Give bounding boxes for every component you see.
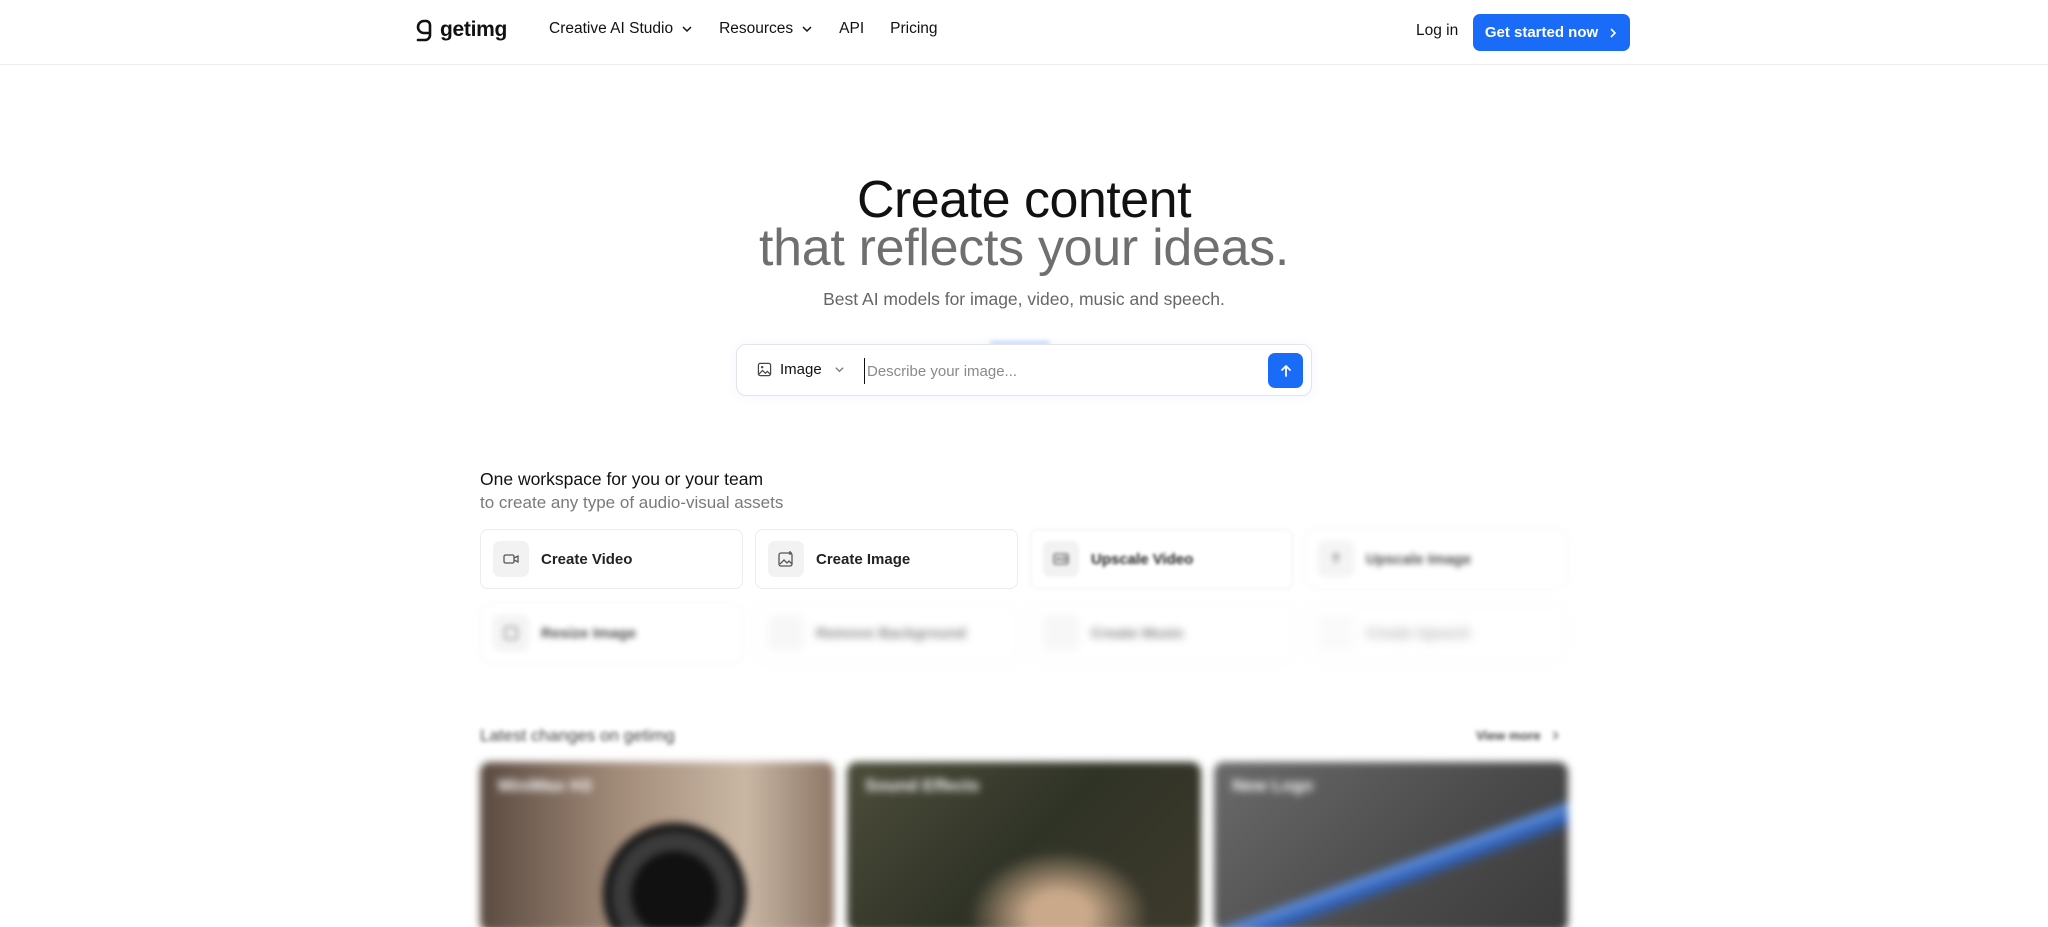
nav-link-label: API <box>839 20 865 37</box>
tile-label: Create Music <box>1091 624 1185 642</box>
video-icon <box>493 541 529 577</box>
tile-create-speech[interactable]: Create Speech <box>1305 603 1568 663</box>
speech-icon <box>1318 615 1354 651</box>
nav-resources[interactable]: Resources <box>719 20 813 38</box>
tile-create-image[interactable]: Create Image <box>755 529 1018 589</box>
tile-label: Resize Image <box>541 624 637 642</box>
image-plus-icon <box>768 541 804 577</box>
chevron-down-icon <box>802 26 812 33</box>
logo-text: getimg <box>440 18 508 41</box>
get-started-button[interactable]: Get started now <box>1473 14 1630 51</box>
tile-create-video[interactable]: Create Video <box>480 529 743 589</box>
nav-creative-ai-studio[interactable]: Creative AI Studio <box>549 20 693 38</box>
nav-link-label: Resources <box>719 20 794 37</box>
card-title: New Logo <box>1232 776 1314 795</box>
hero-title-line2: that reflects your ideas. <box>758 219 1290 277</box>
workspace-title: One workspace for you or your team <box>480 469 764 489</box>
tile-upscale-image[interactable]: Upscale Image <box>1305 529 1568 589</box>
image-icon <box>757 362 772 377</box>
tile-label: Upscale Image <box>1366 550 1472 568</box>
latest-changes-title: Latest changes on getimg <box>480 726 675 745</box>
cta-label: Get started now <box>1484 24 1599 41</box>
send-button[interactable] <box>1268 353 1303 388</box>
login-link[interactable]: Log in <box>1416 22 1458 40</box>
view-more-label: View more <box>1476 728 1541 743</box>
top-navbar: getimg Creative AI Studio Resources API … <box>0 0 2048 65</box>
arrow-up-icon <box>1318 541 1354 577</box>
nav-api[interactable]: API <box>839 20 864 38</box>
nav-links: Creative AI Studio Resources API Pricing <box>549 20 964 38</box>
card-title: MiniMax H3 <box>498 776 592 795</box>
media-type-label: Image <box>780 361 822 378</box>
view-more-link[interactable]: View more <box>1476 728 1560 743</box>
tile-label: Create Speech <box>1366 624 1471 642</box>
card-title: Sound Effects <box>865 776 980 795</box>
tile-resize-image[interactable]: Resize Image <box>480 603 743 663</box>
tile-label: Create Video <box>541 550 633 568</box>
chevron-right-icon <box>1552 731 1559 740</box>
music-icon <box>1043 615 1079 651</box>
chevron-down-icon <box>682 26 692 33</box>
logo[interactable]: getimg <box>414 18 507 42</box>
tile-label: Create Image <box>816 550 911 568</box>
workspace-subtitle: to create any type of audio-visual asset… <box>480 493 784 512</box>
getimg-logo-icon <box>416 19 432 42</box>
tile-upscale-video[interactable]: Upscale Video <box>1030 529 1293 589</box>
tile-create-music[interactable]: Create Music <box>1030 603 1293 663</box>
remove-bg-icon <box>768 615 804 651</box>
arrow-up-icon <box>1280 364 1291 377</box>
tile-label: Remove Background <box>816 624 967 642</box>
media-type-dropdown[interactable]: Image <box>757 361 845 378</box>
nav-link-label: Pricing <box>890 20 938 37</box>
latest-card[interactable]: Sound Effects <box>847 762 1201 927</box>
nav-link-label: Creative AI Studio <box>549 20 674 37</box>
prompt-bar: Image <box>736 344 1312 396</box>
chevron-right-icon <box>1610 27 1617 38</box>
nav-pricing[interactable]: Pricing <box>890 20 937 38</box>
prompt-input[interactable] <box>864 358 1244 384</box>
hd-icon <box>1043 541 1079 577</box>
latest-card[interactable]: MiniMax H3 <box>480 762 834 927</box>
resize-icon <box>493 615 529 651</box>
hero-subtitle: Best AI models for image, video, music a… <box>823 289 1225 309</box>
chevron-down-icon <box>835 367 844 373</box>
tile-remove-background[interactable]: Remove Background <box>755 603 1018 663</box>
tile-label: Upscale Video <box>1091 550 1194 568</box>
latest-card[interactable]: New Logo <box>1214 762 1568 927</box>
